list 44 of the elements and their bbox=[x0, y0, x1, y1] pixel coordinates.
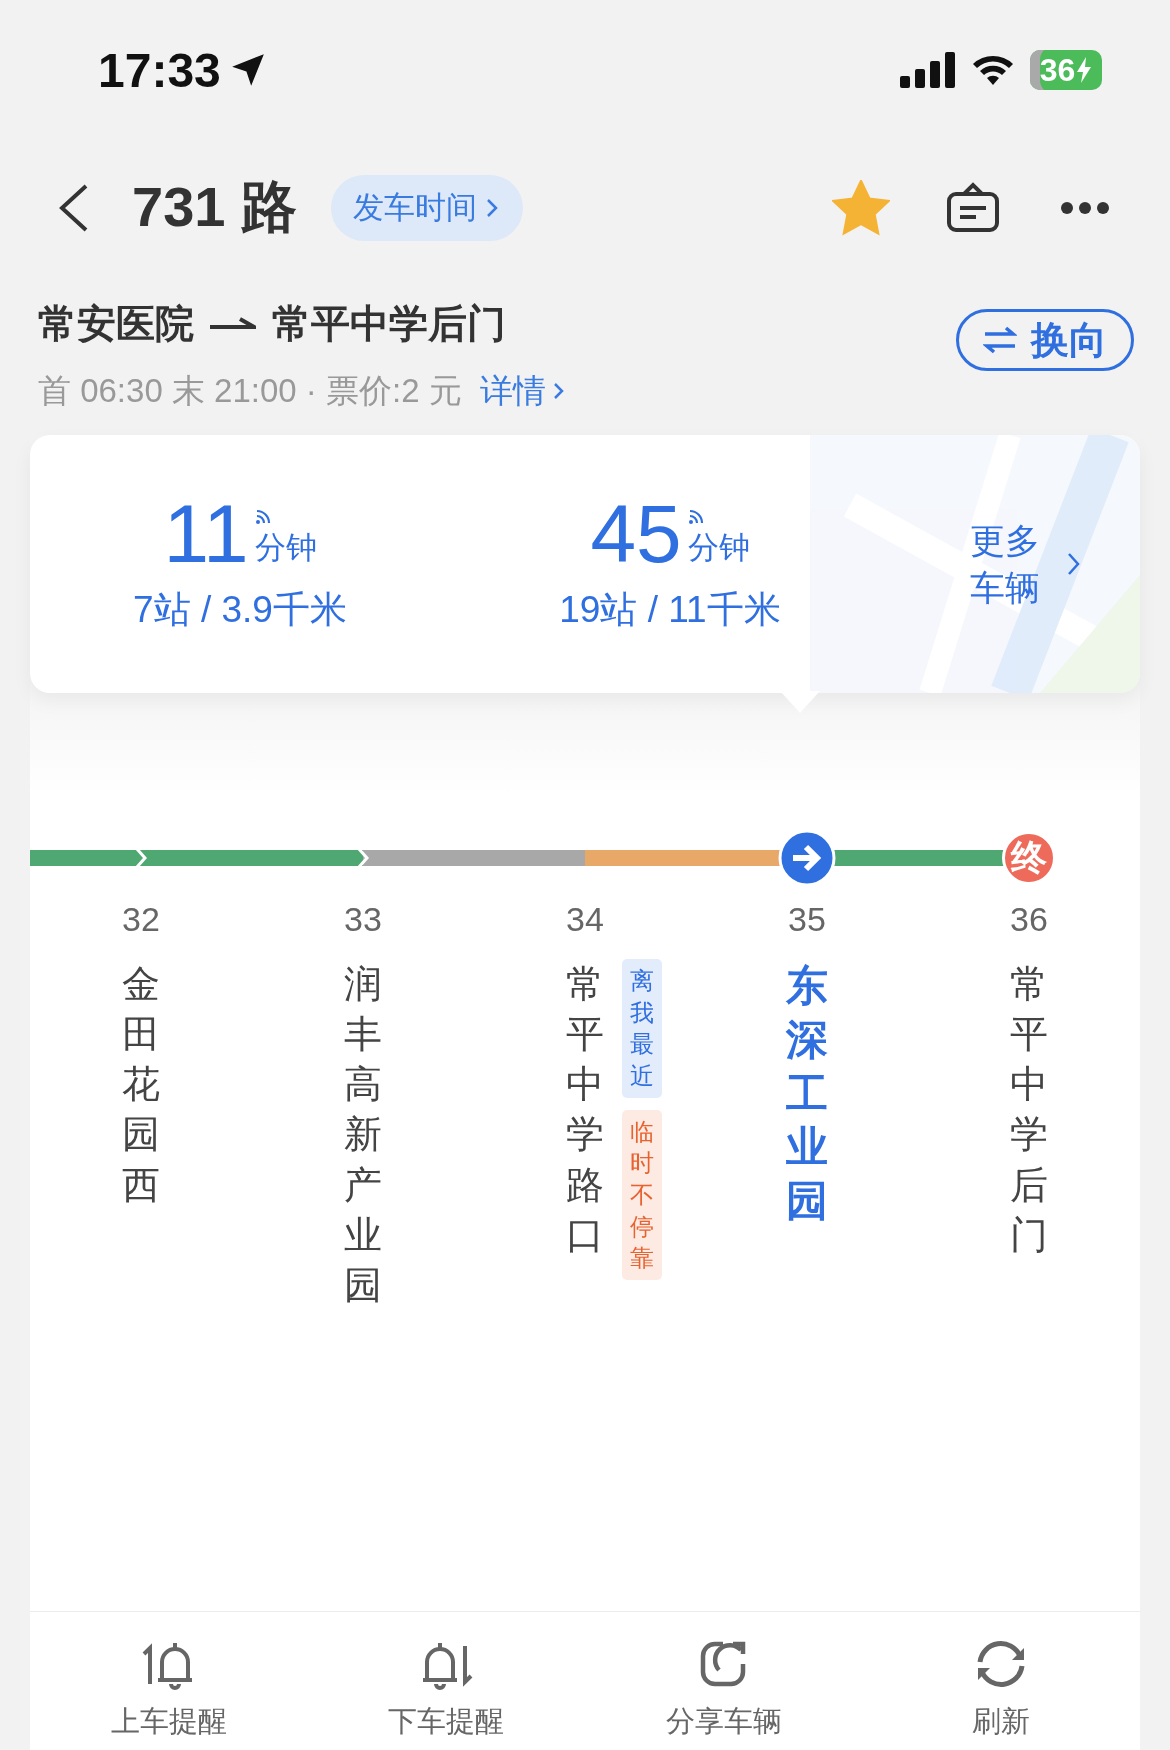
reminder-button[interactable]: 上车提醒 bbox=[30, 1612, 308, 1750]
share-button[interactable]: 分享车辆 bbox=[585, 1612, 863, 1750]
destination-stop: 常平中学后门 bbox=[272, 300, 506, 347]
chevron-right-icon bbox=[485, 196, 499, 219]
realtime-signal-icon bbox=[254, 507, 273, 525]
route-title: 731 路 bbox=[132, 173, 297, 240]
stop-name[interactable]: 常平中学后门 bbox=[1010, 959, 1048, 1260]
arrival-distance: 7站 / 3.9千米 bbox=[133, 588, 347, 632]
swap-arrows-icon bbox=[983, 325, 1017, 355]
stop-name[interactable]: 常平中学路口 bbox=[566, 959, 604, 1260]
stop-number: 33 bbox=[344, 900, 382, 939]
stop-name[interactable]: 润丰高新产业园 bbox=[344, 959, 382, 1311]
arrival-minutes: 11 bbox=[163, 493, 249, 575]
origin-stop: 常安医院 bbox=[38, 300, 194, 347]
minutes-unit: 分钟 bbox=[687, 529, 750, 567]
terminal-marker: 终 bbox=[1002, 831, 1056, 885]
status-time: 17:33 bbox=[98, 42, 221, 98]
details-link[interactable]: 详情 bbox=[479, 368, 566, 414]
signal-icon bbox=[900, 52, 956, 88]
minutes-unit: 分钟 bbox=[254, 529, 317, 567]
arrival-distance: 19站 / 11千米 bbox=[559, 588, 781, 632]
chevron-icon bbox=[135, 848, 147, 868]
stop-number: 34 bbox=[566, 900, 604, 939]
battery-indicator: 36 bbox=[1030, 50, 1102, 90]
arrival-minutes: 45 bbox=[590, 493, 682, 575]
schedule-text: 首 06:30 末 21:00 · 票价:2 元 bbox=[38, 370, 462, 411]
star-icon[interactable] bbox=[832, 179, 890, 236]
stop-name[interactable]: 东深工业园 bbox=[786, 959, 828, 1228]
refresh-button[interactable]: 刷新 bbox=[862, 1612, 1140, 1750]
stop-name[interactable]: 金田花园西 bbox=[122, 959, 160, 1210]
reminder-button[interactable]: 下车提醒 bbox=[307, 1612, 585, 1750]
stop-number: 35 bbox=[788, 900, 826, 939]
realtime-signal-icon bbox=[687, 507, 706, 525]
stop-number: 32 bbox=[122, 900, 160, 939]
stop-tag: 临时不停靠 bbox=[622, 1109, 662, 1281]
more-vehicles-link[interactable]: 更多车辆 bbox=[970, 516, 1082, 612]
stop-tag: 离我最近 bbox=[622, 959, 662, 1098]
card-icon[interactable] bbox=[946, 181, 1000, 234]
more-icon[interactable] bbox=[1060, 200, 1110, 215]
reverse-button[interactable]: 换向 bbox=[956, 309, 1134, 371]
chevron-icon bbox=[357, 848, 369, 868]
stop-number: 36 bbox=[1010, 900, 1048, 939]
departure-time-button[interactable]: 发车时间 bbox=[331, 174, 523, 241]
arrow-marker-icon bbox=[778, 829, 836, 887]
